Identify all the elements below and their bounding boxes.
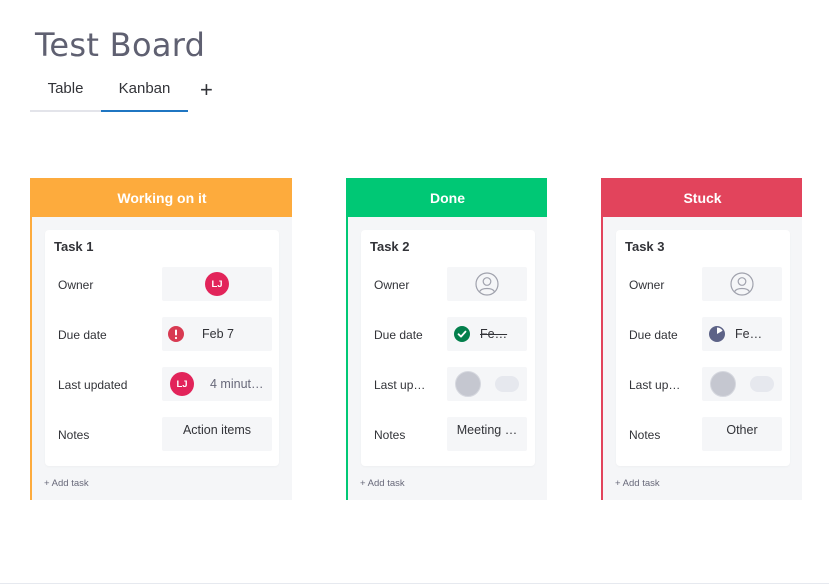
card-title[interactable]: Task 2 <box>370 239 410 254</box>
owner-row: Owner <box>616 267 790 303</box>
notes-cell[interactable]: Other <box>702 417 782 451</box>
last-updated-cell[interactable] <box>702 367 782 401</box>
row-label: Last updated <box>58 378 128 392</box>
row-label: Due date <box>58 328 107 342</box>
row-label: Owner <box>629 278 665 292</box>
due-date-row: Due date Fe… <box>616 317 790 353</box>
avatar: LJ <box>205 272 229 296</box>
row-label: Notes <box>58 428 90 442</box>
column-header: Stuck <box>603 178 802 217</box>
add-task-button[interactable]: + Add task <box>615 478 660 489</box>
owner-cell[interactable]: LJ <box>162 267 272 301</box>
kanban-card[interactable]: Task 2 Owner Due date Fe… Last up… Notes… <box>361 230 535 466</box>
due-date-text: Fe… <box>735 327 763 341</box>
notes-cell[interactable]: Action items <box>162 417 272 451</box>
due-date-cell[interactable]: Feb 7 <box>162 317 272 351</box>
clock-icon <box>709 326 725 342</box>
card-title[interactable]: Task 3 <box>625 239 665 254</box>
check-circle-icon <box>454 326 470 342</box>
last-updated-row: Last updated LJ 4 minut… <box>45 367 279 403</box>
last-updated-placeholder <box>750 376 774 392</box>
owner-row: Owner <box>361 267 535 303</box>
person-icon <box>730 272 754 296</box>
row-label: Owner <box>58 278 94 292</box>
due-date-text: Feb 7 <box>202 327 234 341</box>
owner-cell[interactable] <box>702 267 782 301</box>
row-label: Last up… <box>629 378 681 392</box>
tab-kanban[interactable]: Kanban <box>101 80 188 112</box>
add-view-button[interactable]: + <box>200 79 213 101</box>
row-label: Notes <box>629 428 661 442</box>
due-date-cell[interactable]: Fe… <box>447 317 527 351</box>
notes-text: Action items <box>182 423 252 437</box>
add-task-button[interactable]: + Add task <box>44 478 89 489</box>
notes-text: Meeting … <box>456 423 518 437</box>
owner-row: Owner LJ <box>45 267 279 303</box>
last-updated-cell[interactable] <box>447 367 527 401</box>
view-tabs: Table Kanban + <box>30 79 213 112</box>
column-header: Done <box>348 178 547 217</box>
notes-row: Notes Action items <box>45 417 279 453</box>
kanban-column-stuck: Stuck Task 3 Owner Due date Fe… Last up…… <box>601 178 802 500</box>
due-date-cell[interactable]: Fe… <box>702 317 782 351</box>
owner-cell[interactable] <box>447 267 527 301</box>
notes-row: Notes Other <box>616 417 790 453</box>
row-label: Due date <box>629 328 678 342</box>
last-updated-row: Last up… <box>361 367 535 403</box>
column-header: Working on it <box>32 178 292 217</box>
avatar <box>455 371 481 397</box>
row-label: Due date <box>374 328 423 342</box>
row-label: Last up… <box>374 378 426 392</box>
person-icon <box>475 272 499 296</box>
last-updated-placeholder <box>495 376 519 392</box>
due-date-row: Due date Feb 7 <box>45 317 279 353</box>
avatar <box>710 371 736 397</box>
notes-text: Other <box>726 423 758 437</box>
card-title[interactable]: Task 1 <box>54 239 94 254</box>
last-updated-row: Last up… <box>616 367 790 403</box>
add-task-button[interactable]: + Add task <box>360 478 405 489</box>
row-label: Notes <box>374 428 406 442</box>
kanban-card[interactable]: Task 3 Owner Due date Fe… Last up… Notes… <box>616 230 790 466</box>
due-date-text: Fe… <box>480 327 508 341</box>
last-updated-cell[interactable]: LJ 4 minut… <box>162 367 272 401</box>
due-date-row: Due date Fe… <box>361 317 535 353</box>
kanban-column-done: Done Task 2 Owner Due date Fe… Last up… … <box>346 178 547 500</box>
alert-circle-icon <box>168 326 184 342</box>
kanban-column-working-on-it: Working on it Task 1 Owner LJ Due date F… <box>30 178 292 500</box>
avatar: LJ <box>170 372 194 396</box>
notes-cell[interactable]: Meeting … <box>447 417 527 451</box>
board-title: Test Board <box>35 26 206 64</box>
kanban-card[interactable]: Task 1 Owner LJ Due date Feb 7 Last upda… <box>45 230 279 466</box>
row-label: Owner <box>374 278 410 292</box>
last-updated-text: 4 minut… <box>210 377 264 391</box>
tab-table[interactable]: Table <box>30 80 101 112</box>
notes-row: Notes Meeting … <box>361 417 535 453</box>
